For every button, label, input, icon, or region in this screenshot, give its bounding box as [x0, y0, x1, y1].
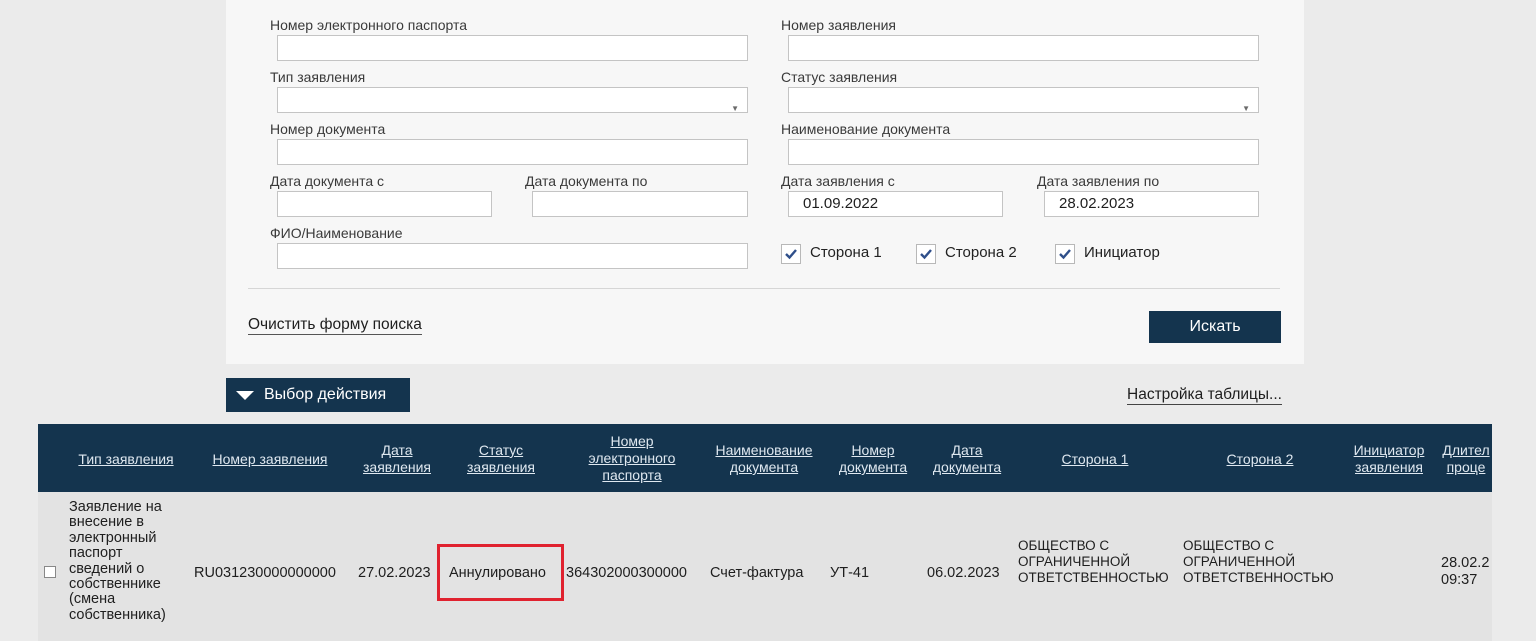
cell-side2: ОБЩЕСТВО С ОГРАНИЧЕННОЙ ОТВЕТСТВЕННОСТЬЮ — [1183, 538, 1334, 585]
cell-document-name: Счет-фактура — [710, 565, 804, 581]
side1-checkbox-label: Сторона 1 — [810, 244, 882, 261]
form-divider — [248, 288, 1280, 289]
checkmark-icon — [920, 249, 932, 260]
application-date-to-input[interactable]: 28.02.2023 — [1044, 191, 1259, 217]
column-header-duration[interactable]: Длител проце — [1442, 442, 1489, 476]
side1-checkbox[interactable] — [781, 244, 801, 264]
checkmark-icon — [1059, 249, 1071, 260]
checkmark-icon — [785, 249, 797, 260]
document-date-to-label: Дата документа по — [525, 173, 648, 189]
column-header-document-name[interactable]: Наименование документа — [715, 442, 812, 476]
document-name-input[interactable] — [788, 139, 1259, 165]
column-header-side1[interactable]: Сторона 1 — [1062, 451, 1129, 468]
column-header-number[interactable]: Номер заявления — [213, 451, 328, 468]
initiator-checkbox-label: Инициатор — [1084, 244, 1160, 261]
initiator-checkbox[interactable] — [1055, 244, 1075, 264]
cell-duration: 28.02.2 09:37 — [1441, 555, 1490, 588]
search-button[interactable]: Искать — [1149, 311, 1281, 343]
application-number-label: Номер заявления — [781, 17, 896, 33]
document-date-to-input[interactable] — [532, 191, 748, 217]
triangle-down-icon — [236, 391, 254, 400]
column-header-passport-number[interactable]: Номер электронного паспорта — [589, 433, 676, 484]
document-number-input[interactable] — [277, 139, 748, 165]
side2-checkbox[interactable] — [916, 244, 936, 264]
fio-input[interactable] — [277, 243, 748, 269]
status-highlight-box — [437, 544, 564, 601]
column-header-initiator[interactable]: Инициатор заявления — [1354, 442, 1425, 476]
cell-document-date: 06.02.2023 — [927, 565, 1000, 581]
table-header: Тип заявления Номер заявления Дата заявл… — [38, 424, 1492, 492]
column-header-type[interactable]: Тип заявления — [78, 451, 173, 468]
cell-passport-number: 364302000300000 — [566, 565, 687, 581]
chevron-down-icon: ▼ — [731, 104, 739, 113]
cell-document-number: УТ-41 — [830, 565, 870, 581]
select-action-button[interactable]: Выбор действия — [226, 378, 410, 412]
cell-date: 27.02.2023 — [358, 565, 431, 581]
table-settings-link[interactable]: Настройка таблицы... — [1127, 386, 1282, 405]
document-date-from-input[interactable] — [277, 191, 492, 217]
chevron-down-icon: ▼ — [1242, 104, 1250, 113]
document-name-label: Наименование документа — [781, 121, 951, 137]
column-header-side2[interactable]: Сторона 2 — [1227, 451, 1294, 468]
clear-search-form-link[interactable]: Очистить форму поиска — [248, 316, 422, 335]
application-date-to-label: Дата заявления по — [1037, 173, 1160, 189]
row-select-checkbox[interactable] — [44, 566, 56, 578]
application-type-label: Тип заявления — [270, 69, 366, 85]
table-row: Заявление на внесение в электронный пасп… — [38, 492, 1492, 641]
application-status-label: Статус заявления — [781, 69, 898, 85]
cell-type: Заявление на внесение в электронный пасп… — [69, 499, 166, 623]
column-header-document-date[interactable]: Дата документа — [933, 442, 1001, 476]
column-header-status[interactable]: Статус заявления — [467, 442, 535, 476]
application-status-select[interactable]: ▼ — [788, 87, 1259, 113]
application-type-select[interactable]: ▼ — [277, 87, 748, 113]
application-date-from-input[interactable]: 01.09.2022 — [788, 191, 1003, 217]
document-number-label: Номер документа — [270, 121, 386, 137]
passport-number-label: Номер электронного паспорта — [270, 17, 468, 33]
application-date-from-label: Дата заявления с — [781, 173, 895, 189]
passport-number-input[interactable] — [277, 35, 748, 61]
column-header-document-number[interactable]: Номер документа — [839, 442, 907, 476]
cell-side1: ОБЩЕСТВО С ОГРАНИЧЕННОЙ ОТВЕТСТВЕННОСТЬЮ — [1018, 538, 1169, 585]
fio-label: ФИО/Наименование — [270, 225, 403, 241]
column-header-date[interactable]: Дата заявления — [363, 442, 431, 476]
document-date-from-label: Дата документа с — [270, 173, 385, 189]
side2-checkbox-label: Сторона 2 — [945, 244, 1017, 261]
select-action-label: Выбор действия — [264, 386, 387, 403]
cell-number[interactable]: RU031230000000000 — [194, 565, 336, 581]
application-number-input[interactable] — [788, 35, 1259, 61]
